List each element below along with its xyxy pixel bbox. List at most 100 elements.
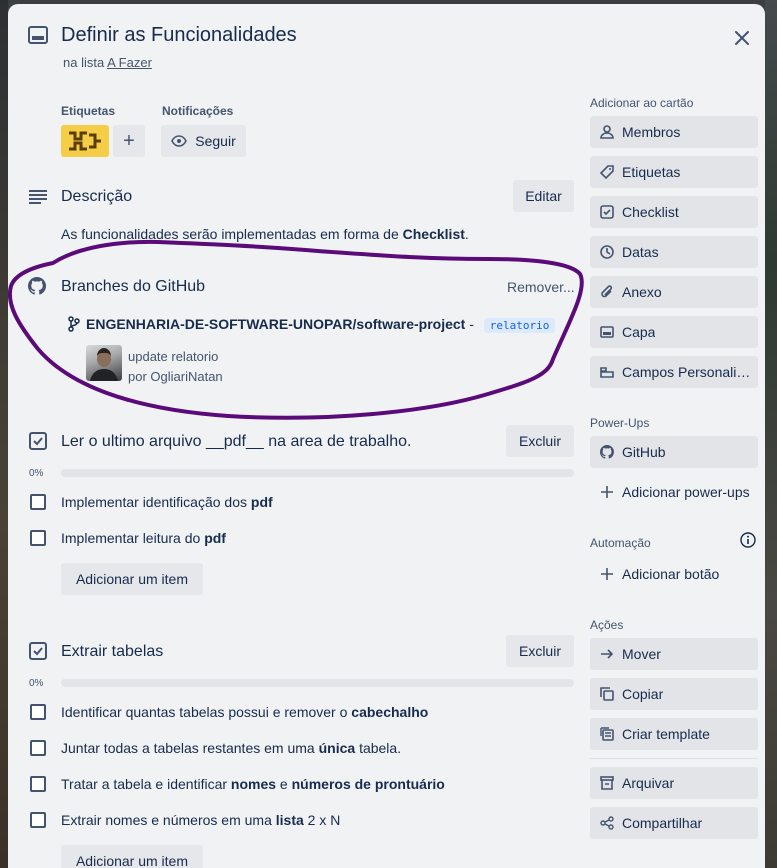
edit-description-button[interactable]: Editar xyxy=(513,180,574,212)
notifications-heading: Notificações xyxy=(162,104,234,118)
labels-heading: Etiquetas xyxy=(61,104,116,118)
avatar-image xyxy=(90,348,118,381)
github-heading: Branches do GitHub xyxy=(61,278,206,295)
delete-checklist-button[interactable]: Excluir xyxy=(506,635,574,667)
github-powerup-button[interactable]: GitHub xyxy=(590,436,758,468)
list-link[interactable]: A Fazer xyxy=(107,55,152,70)
custom-fields-button[interactable]: Campos Personalizados xyxy=(590,356,758,388)
github-separator: - xyxy=(469,316,474,332)
info-icon[interactable] xyxy=(740,532,756,548)
share-icon xyxy=(600,816,622,830)
labels-button[interactable]: Etiquetas xyxy=(590,156,758,188)
checklist-item[interactable]: Tratar a tabela e identificar nomes e nú… xyxy=(61,776,445,792)
item-text: Extrair nomes e números em uma xyxy=(61,812,272,828)
checklist-title[interactable]: Extrair tabelas xyxy=(61,643,163,661)
checklist-icon xyxy=(29,642,47,660)
checklist-item[interactable]: Implementar identificação dos pdf xyxy=(61,494,273,510)
add-item-button[interactable]: Adicionar um item xyxy=(61,845,203,868)
github-branch-tag[interactable]: relatorio xyxy=(483,318,556,333)
add-powerups-label: Adicionar power-ups xyxy=(622,484,750,500)
card-modal: Definir as Funcionalidades na lista A Fa… xyxy=(8,4,765,868)
create-template-button[interactable]: Criar template xyxy=(590,718,758,750)
label-pattern-icon xyxy=(69,131,101,151)
description-heading: Descrição xyxy=(61,188,133,205)
attachment-label: Anexo xyxy=(622,284,662,300)
description-text[interactable]: As funcionalidades serão implementadas e… xyxy=(61,226,469,242)
archive-button[interactable]: Arquivar xyxy=(590,767,758,799)
divider xyxy=(590,758,758,759)
checklist-progress-bar xyxy=(61,469,574,477)
checklist-item[interactable]: Identificar quantas tabelas possui e rem… xyxy=(61,704,428,720)
arrow-right-icon xyxy=(600,648,622,660)
add-button-button[interactable]: Adicionar botão xyxy=(590,558,758,590)
follow-label: Seguir xyxy=(195,133,236,149)
item-text-bold: pdf xyxy=(250,494,273,510)
share-button[interactable]: Compartilhar xyxy=(590,807,758,839)
checklist-checkbox[interactable] xyxy=(30,776,46,792)
checklist-icon xyxy=(29,432,47,450)
checklist-checkbox[interactable] xyxy=(30,740,46,756)
list-prefix: na lista xyxy=(63,55,105,70)
item-text: Implementar leitura do xyxy=(61,530,201,546)
item-text: Implementar identificação dos xyxy=(61,494,247,510)
checklist-item[interactable]: Implementar leitura do pdf xyxy=(61,530,226,546)
card-icon xyxy=(28,26,48,44)
description-text-pre: As funcionalidades serão implementadas e… xyxy=(61,226,399,242)
close-icon xyxy=(735,31,749,45)
eye-icon xyxy=(171,135,188,147)
item-text-bold: nomes xyxy=(230,776,277,792)
checklist-title[interactable]: Ler o ultimo arquivo __pdf__ na area de … xyxy=(61,433,411,451)
archive-label: Arquivar xyxy=(622,775,675,791)
add-item-button[interactable]: Adicionar um item xyxy=(61,563,203,595)
checklist-checkbox[interactable] xyxy=(30,530,46,546)
dates-button[interactable]: Datas xyxy=(590,236,758,268)
commit-message[interactable]: update relatorio xyxy=(128,347,223,367)
checklist-checkbox[interactable] xyxy=(30,494,46,510)
follow-button[interactable]: Seguir xyxy=(161,125,246,157)
checklist-item[interactable]: Juntar todas a tabelas restantes em uma … xyxy=(61,740,401,756)
labels-label: Etiquetas xyxy=(622,164,681,180)
checklist-progress-label: 0% xyxy=(29,678,44,689)
checklist-label: Checklist xyxy=(622,204,679,220)
avatar xyxy=(86,345,122,381)
add-button-label: Adicionar botão xyxy=(622,566,720,582)
cover-button[interactable]: Capa xyxy=(590,316,758,348)
clock-icon xyxy=(600,245,622,259)
members-button[interactable]: Membros xyxy=(590,116,758,148)
delete-checklist-button[interactable]: Excluir xyxy=(506,425,574,457)
checklist-progress-bar xyxy=(61,679,574,687)
card-title[interactable]: Definir as Funcionalidades xyxy=(61,24,297,47)
add-to-card-heading: Adicionar ao cartão xyxy=(590,96,694,110)
background-left xyxy=(0,0,8,868)
powerups-heading: Power-Ups xyxy=(590,416,650,430)
card-list-info: na lista A Fazer xyxy=(63,55,152,70)
create-template-label: Criar template xyxy=(622,726,710,742)
item-text-post: tabela. xyxy=(359,740,402,756)
share-label: Compartilhar xyxy=(622,815,703,831)
item-text-bold: única xyxy=(318,740,356,756)
commit-author: por OgliariNatan xyxy=(128,369,223,384)
github-repo-link[interactable]: ENGENHARIA-DE-SOFTWARE-UNOPAR/software-p… xyxy=(86,316,465,332)
description-text-bold: Checklist xyxy=(402,226,465,242)
checklist-button[interactable]: Checklist xyxy=(590,196,758,228)
automation-heading: Automação xyxy=(590,536,651,550)
description-icon xyxy=(28,189,48,205)
github-remove-link[interactable]: Remover... xyxy=(507,279,575,295)
attachment-button[interactable]: Anexo xyxy=(590,276,758,308)
checklist-item[interactable]: Extrair nomes e números em uma lista 2 x… xyxy=(61,812,340,828)
archive-icon xyxy=(600,776,622,790)
github-branch-row: ENGENHARIA-DE-SOFTWARE-UNOPAR/software-p… xyxy=(86,316,556,333)
item-text: Tratar a tabela e identificar xyxy=(61,776,228,792)
item-text-bold: cabechalho xyxy=(351,704,429,720)
checklist-checkbox[interactable] xyxy=(30,812,46,828)
copy-label: Copiar xyxy=(622,686,664,702)
copy-button[interactable]: Copiar xyxy=(590,678,758,710)
move-button[interactable]: Mover xyxy=(590,638,758,670)
branch-icon xyxy=(68,316,80,332)
checklist-checkbox[interactable] xyxy=(30,704,46,720)
add-label-button[interactable]: + xyxy=(113,125,145,157)
custom-fields-icon xyxy=(600,366,622,378)
label-yellow[interactable] xyxy=(61,125,109,157)
add-powerups-button[interactable]: Adicionar power-ups xyxy=(590,476,758,508)
close-button[interactable] xyxy=(730,26,754,50)
